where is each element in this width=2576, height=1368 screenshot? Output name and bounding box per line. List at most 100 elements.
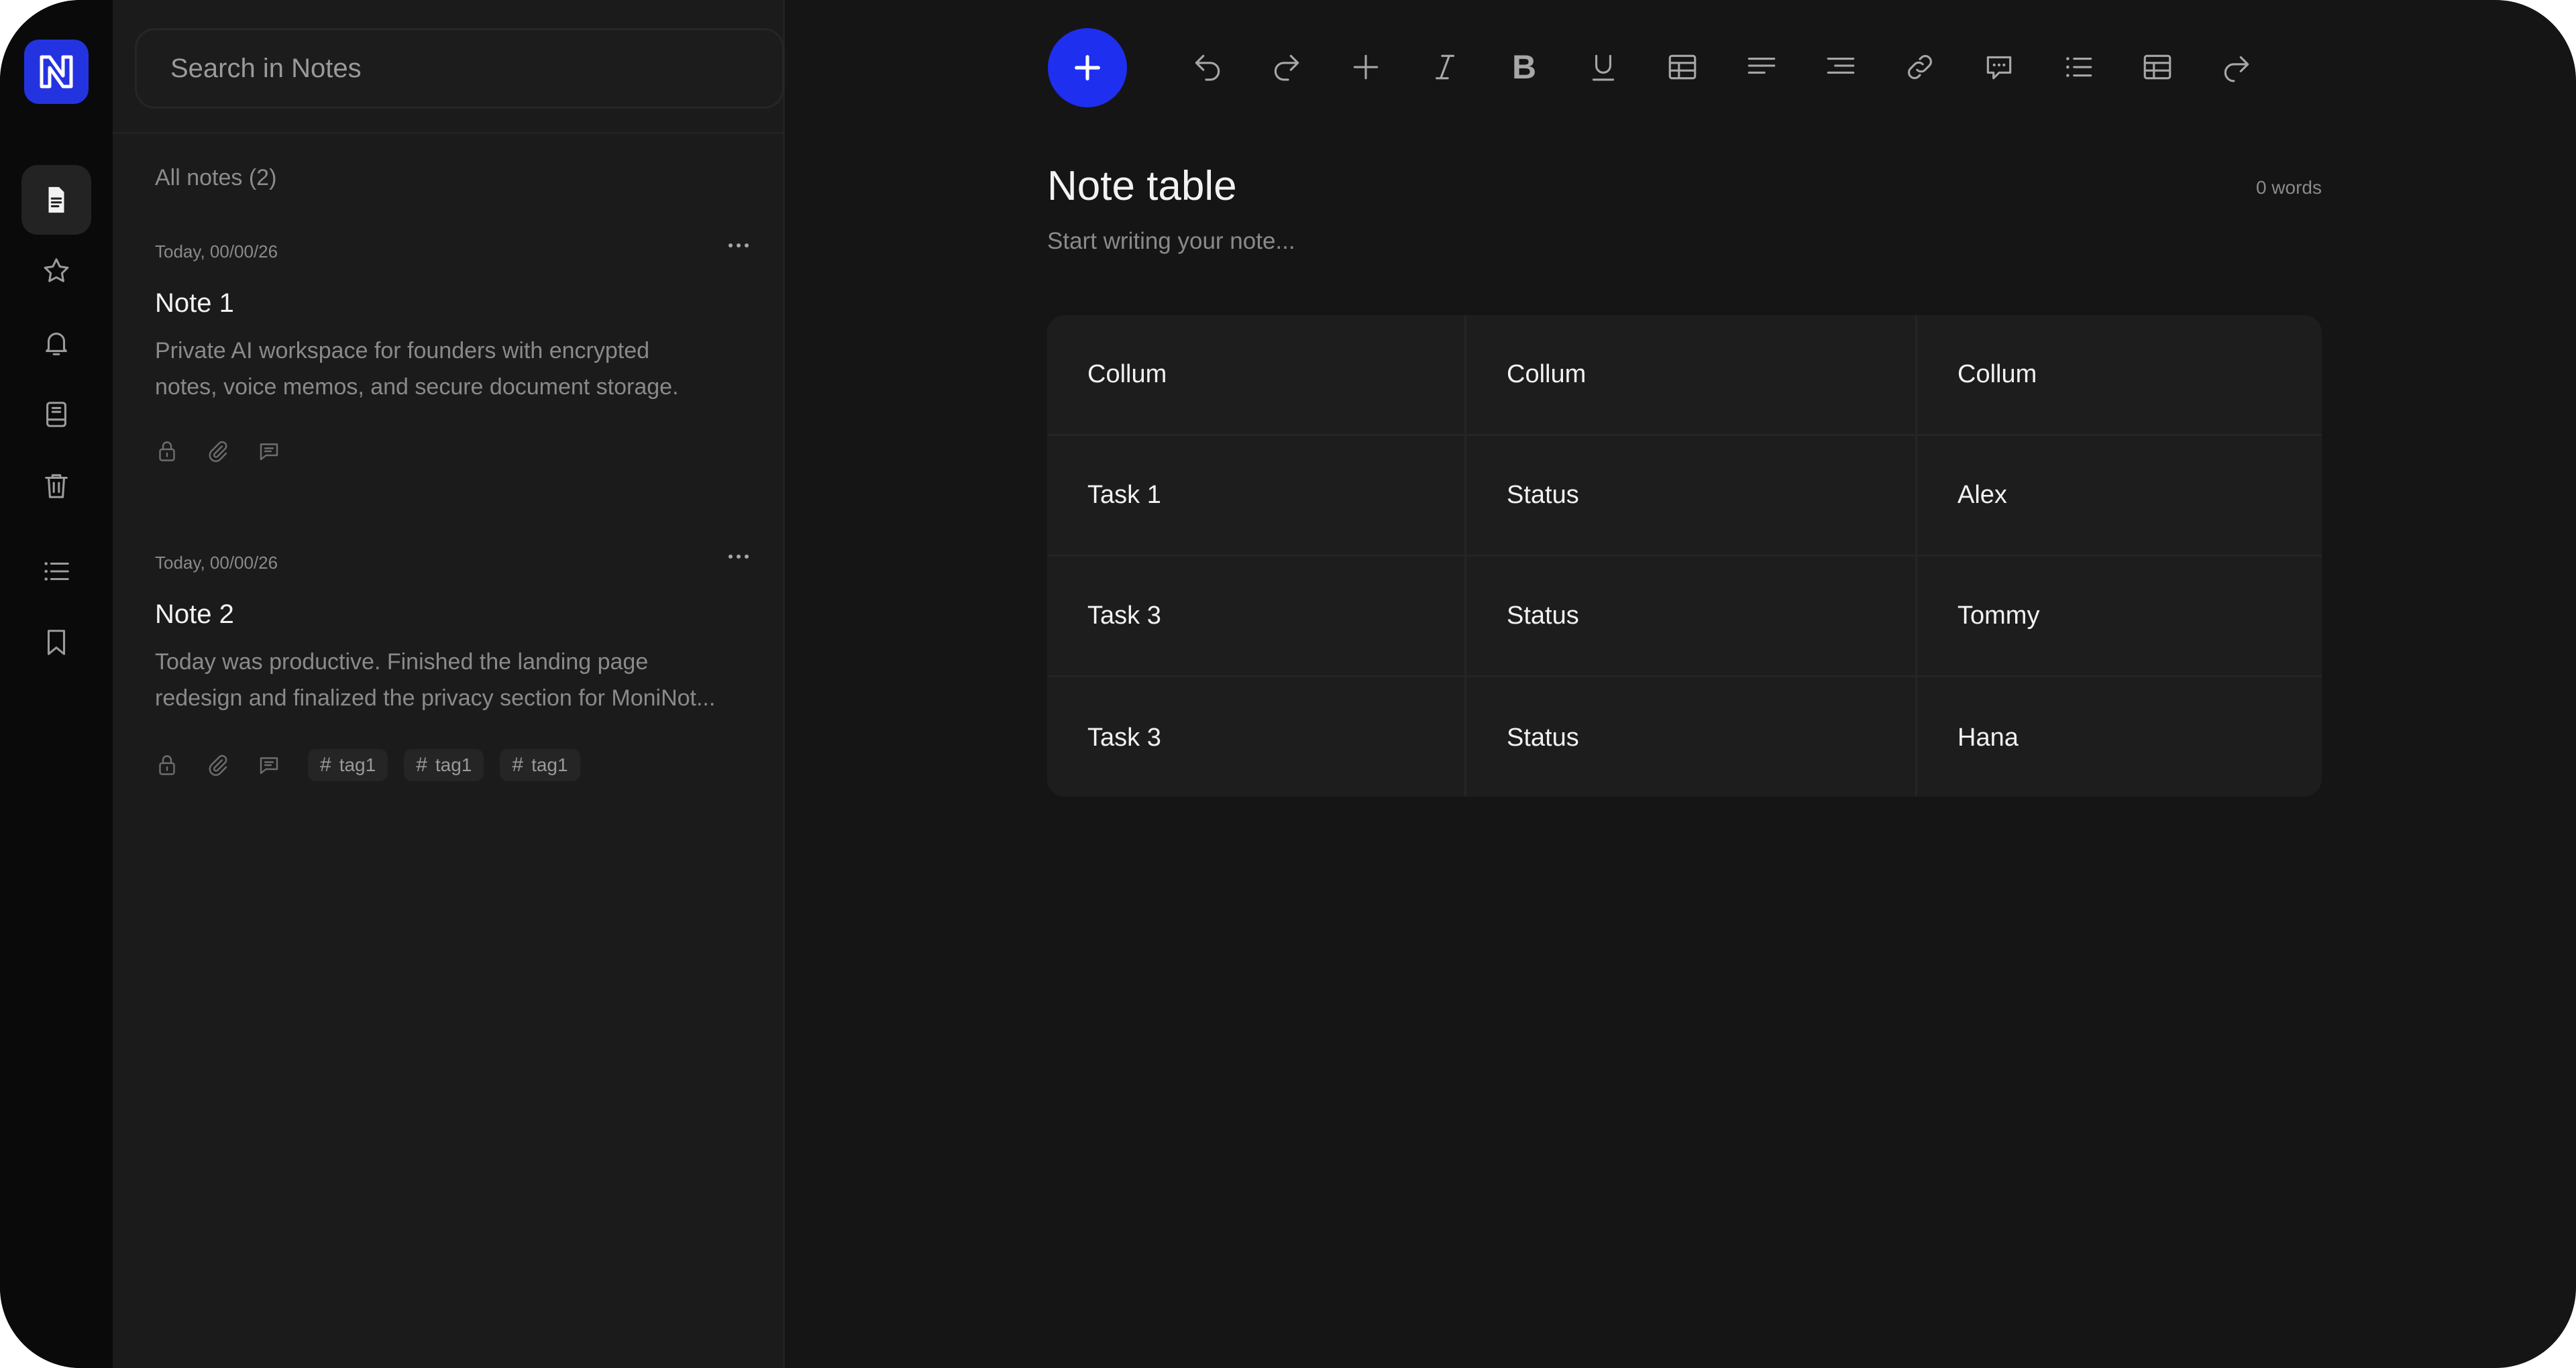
table-icon: [2143, 54, 2171, 80]
link-button[interactable]: [1900, 47, 1940, 87]
bullet-list-button[interactable]: [2058, 47, 2098, 87]
note-title: Note 2: [155, 600, 234, 629]
tag-label: tag1: [435, 754, 472, 775]
app-window: Search in Notes All notes (2) Today, 00/…: [0, 0, 2576, 1368]
search-placeholder: Search in Notes: [170, 53, 362, 83]
note-body-placeholder[interactable]: Start writing your note...: [1047, 228, 1295, 255]
hash-icon: #: [512, 754, 524, 776]
table-cell[interactable]: Status: [1464, 436, 1915, 555]
attachment-icon[interactable]: [206, 748, 257, 782]
table-cell[interactable]: Alex: [1915, 436, 2322, 555]
forward-button[interactable]: [2216, 47, 2257, 87]
note-card[interactable]: Today, 00/00/26 Note 2 Today was product…: [155, 553, 759, 794]
lock-icon[interactable]: [155, 435, 206, 468]
tag-label: tag1: [531, 754, 568, 775]
undo-button[interactable]: [1187, 47, 1228, 87]
undo-icon: [1195, 54, 1220, 81]
table-cell[interactable]: Status: [1464, 677, 1915, 797]
comment-icon: [1986, 56, 2012, 80]
bell-icon: [46, 333, 67, 355]
more-options-icon[interactable]: [718, 232, 759, 259]
comment-icon[interactable]: [257, 748, 308, 782]
table-cell[interactable]: Tommy: [1915, 557, 2322, 675]
align-left-button[interactable]: [1741, 47, 1782, 87]
word-count: 0 words: [2255, 177, 2322, 198]
align-right-button[interactable]: [1821, 47, 1861, 87]
table-row: Task 3 Status Hana: [1047, 677, 2322, 797]
rail-reminders-button[interactable]: [21, 308, 91, 378]
bold-icon: B: [1511, 48, 1537, 86]
lock-icon[interactable]: [155, 748, 206, 782]
star-icon: [44, 258, 69, 282]
notes-list-panel: Search in Notes All notes (2) Today, 00/…: [113, 0, 785, 1368]
table-header-cell[interactable]: Collum: [1464, 315, 1915, 434]
note-preview-line: Private AI workspace for founders with e…: [155, 338, 650, 363]
table-row: Task 1 Status Alex: [1047, 436, 2322, 557]
trash-icon: [45, 474, 68, 498]
note-preview-line: redesign and finalized the privacy secti…: [155, 685, 716, 711]
table-header-cell[interactable]: Collum: [1915, 315, 2322, 434]
document-icon: [48, 186, 64, 213]
new-note-button[interactable]: [1048, 28, 1127, 107]
hash-icon: #: [416, 754, 427, 776]
underline-icon: [1592, 54, 1615, 81]
note-preview: Today was productive. Finished the landi…: [155, 644, 739, 716]
more-options-icon[interactable]: [718, 543, 759, 570]
rail-bookmarks-button[interactable]: [21, 608, 91, 677]
note-card[interactable]: Today, 00/00/26 Note 1 Private AI worksp…: [155, 241, 759, 469]
italic-button[interactable]: [1425, 47, 1465, 87]
search-input[interactable]: Search in Notes: [135, 28, 784, 109]
underline-button[interactable]: [1583, 47, 1623, 87]
table-cell[interactable]: Status: [1464, 557, 1915, 675]
app-logo[interactable]: [24, 40, 89, 104]
insert-button[interactable]: [1346, 47, 1386, 87]
align-right-icon: [1827, 57, 1855, 74]
italic-icon: [1435, 54, 1455, 80]
search-bar: Search in Notes: [113, 0, 785, 134]
note-icon-row: # tag1 # tag1 # tag1: [155, 748, 596, 782]
table-cell[interactable]: Task 1: [1047, 436, 1464, 555]
tag-label: tag1: [339, 754, 376, 775]
bookmark-icon: [47, 630, 66, 655]
logo-icon: [40, 55, 73, 89]
table-header-cell[interactable]: Collum: [1047, 315, 1464, 434]
rail-lists-button[interactable]: [21, 536, 91, 606]
rail-trash-button[interactable]: [21, 451, 91, 520]
table-header-row: Collum Collum Collum: [1047, 315, 2322, 436]
table-button[interactable]: [1662, 47, 1703, 87]
note-title[interactable]: Note table: [1047, 162, 1237, 210]
rail-notes-button[interactable]: [21, 165, 91, 235]
rail-favorites-button[interactable]: [21, 236, 91, 306]
editor-toolbar: B: [785, 0, 2576, 134]
note-preview: Private AI workspace for founders with e…: [155, 333, 739, 405]
comment-button[interactable]: [1979, 47, 2019, 87]
note-title: Note 1: [155, 288, 234, 318]
table-cell[interactable]: Hana: [1915, 677, 2322, 797]
align-left-icon: [1748, 57, 1776, 74]
table-cell[interactable]: Task 3: [1047, 677, 1464, 797]
comment-icon[interactable]: [257, 435, 308, 468]
notebook-icon: [46, 402, 66, 427]
redo-button[interactable]: [1267, 47, 1307, 87]
attachment-icon[interactable]: [206, 435, 257, 468]
tag-chip[interactable]: # tag1: [404, 749, 484, 781]
note-preview-line: notes, voice memos, and secure document …: [155, 374, 679, 400]
table-cell[interactable]: Task 3: [1047, 557, 1464, 675]
icon-rail: [0, 0, 113, 1368]
table-button[interactable]: [2137, 47, 2178, 87]
bullet-list-icon: [2066, 57, 2092, 77]
redo-icon: [1274, 54, 1299, 81]
note-table: Collum Collum Collum Task 1 Status Alex …: [1047, 315, 2322, 797]
tag-chip[interactable]: # tag1: [308, 749, 388, 781]
list-icon: [44, 562, 69, 581]
note-date: Today, 00/00/26: [155, 553, 278, 573]
link-icon: [1908, 55, 1932, 79]
hash-icon: #: [320, 754, 331, 776]
rail-notebooks-button[interactable]: [21, 380, 91, 449]
note-icon-row: [155, 435, 308, 468]
forward-icon: [2224, 56, 2249, 82]
tag-chip[interactable]: # tag1: [500, 749, 580, 781]
bold-button[interactable]: B: [1504, 47, 1544, 87]
notes-count-heading: All notes (2): [155, 165, 277, 190]
plus-icon: [1353, 54, 1379, 80]
